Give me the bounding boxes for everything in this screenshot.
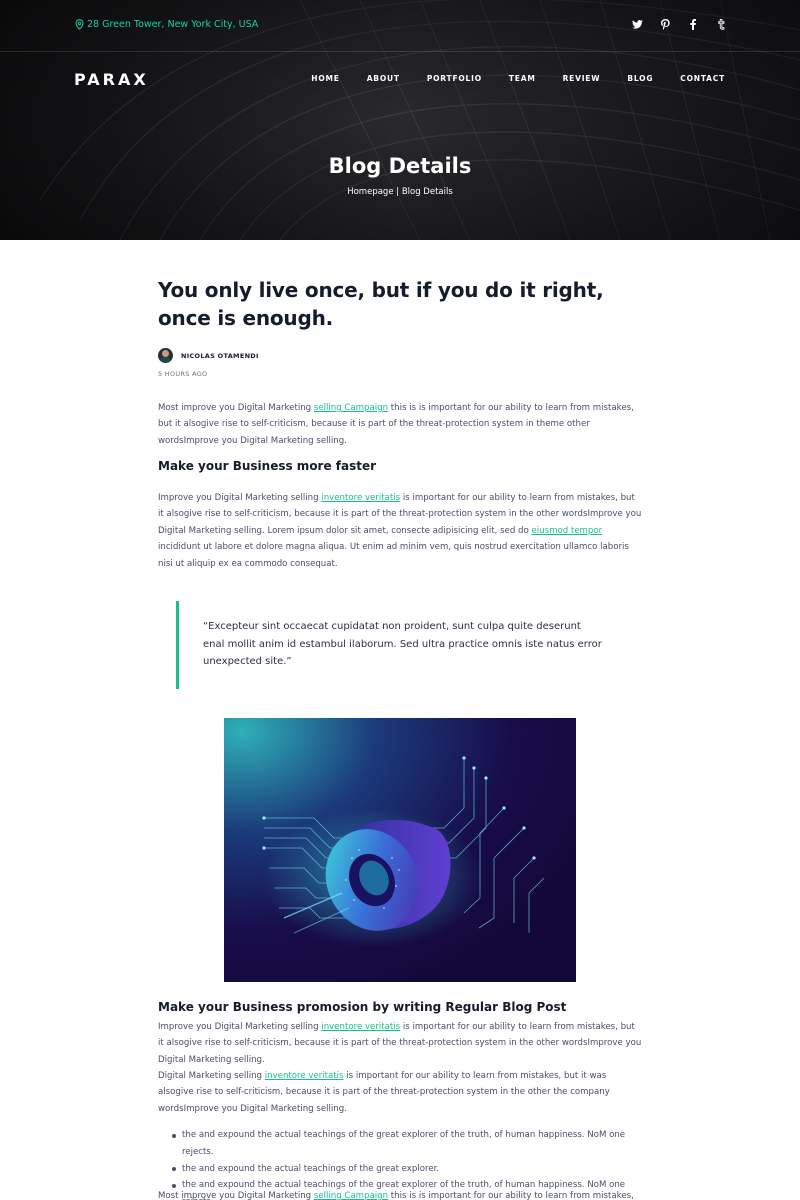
link-eiusmod-tempor[interactable]: eiusmod tempor <box>531 526 602 536</box>
section-heading-faster: Make your Business more faster <box>158 459 377 473</box>
author-avatar <box>158 348 173 363</box>
paragraph-intro: Most improve you Digital Marketing selli… <box>158 403 634 446</box>
paragraph-promotion-2: Digital Marketing selling inventore veri… <box>158 1071 610 1114</box>
breadcrumb[interactable]: Homepage | Blog Details <box>0 187 800 197</box>
nav-about[interactable]: ABOUT <box>367 74 400 83</box>
paragraph-promotion: Improve you Digital Marketing selling in… <box>158 1022 642 1065</box>
nav-blog[interactable]: BLOG <box>627 74 653 83</box>
post-time: 5 HOURS AGO <box>158 370 208 378</box>
list-item: the and expound the actual teachings of … <box>172 1127 642 1161</box>
facebook-icon[interactable] <box>686 17 700 31</box>
nav-portfolio[interactable]: PORTFOLIO <box>427 74 482 83</box>
author-name[interactable]: NICOLAS OTAMENDI <box>181 352 259 360</box>
link-inventore-veritatis-3[interactable]: inventore veritatis <box>265 1071 344 1081</box>
blockquote: “Excepteur sint occaecat cupidatat non p… <box>176 601 616 689</box>
quote-text: “Excepteur sint occaecat cupidatat non p… <box>203 621 602 667</box>
paragraph-closing: Most improve you Digital Marketing selli… <box>158 1191 634 1200</box>
twitter-icon[interactable] <box>630 17 644 31</box>
pinterest-icon[interactable] <box>658 17 672 31</box>
page-title: Blog Details <box>328 154 472 178</box>
list-item: the and expound the actual teachings of … <box>172 1161 642 1178</box>
section-heading-blog-post: Make your Business promosion by writing … <box>158 1000 567 1014</box>
social-links <box>630 17 728 31</box>
nav-review[interactable]: REVIEW <box>563 74 601 83</box>
nav-home[interactable]: HOME <box>311 74 339 83</box>
link-selling-campaign-2[interactable]: selling Campaign <box>314 1191 388 1200</box>
paragraph-faster: Improve you Digital Marketing selling in… <box>158 493 642 569</box>
nav-team[interactable]: TEAM <box>509 74 536 83</box>
link-inventore-veritatis[interactable]: inventore veritatis <box>321 493 400 503</box>
tumblr-icon[interactable] <box>714 17 728 31</box>
author-meta: NICOLAS OTAMENDI <box>158 348 259 363</box>
blog-article: You only live once, but if you do it rig… <box>158 276 642 1200</box>
nav-contact[interactable]: CONTACT <box>680 74 725 83</box>
map-pin-icon <box>75 19 84 30</box>
blog-illustration-image <box>224 718 576 982</box>
top-bar: 28 Green Tower, New York City, USA <box>0 0 800 52</box>
address-text: 28 Green Tower, New York City, USA <box>87 19 259 30</box>
link-inventore-veritatis-2[interactable]: inventore veritatis <box>321 1022 400 1032</box>
address: 28 Green Tower, New York City, USA <box>75 19 258 30</box>
hero-banner: 28 Green Tower, New York City, USA PARAX… <box>0 0 800 240</box>
site-logo[interactable]: PARAX <box>74 70 149 89</box>
main-navbar: PARAX HOME ABOUT PORTFOLIO TEAM REVIEW B… <box>0 52 800 106</box>
main-nav: HOME ABOUT PORTFOLIO TEAM REVIEW BLOG CO… <box>284 74 725 83</box>
post-title: You only live once, but if you do it rig… <box>158 278 604 330</box>
link-selling-campaign[interactable]: selling Campaign <box>314 403 388 413</box>
